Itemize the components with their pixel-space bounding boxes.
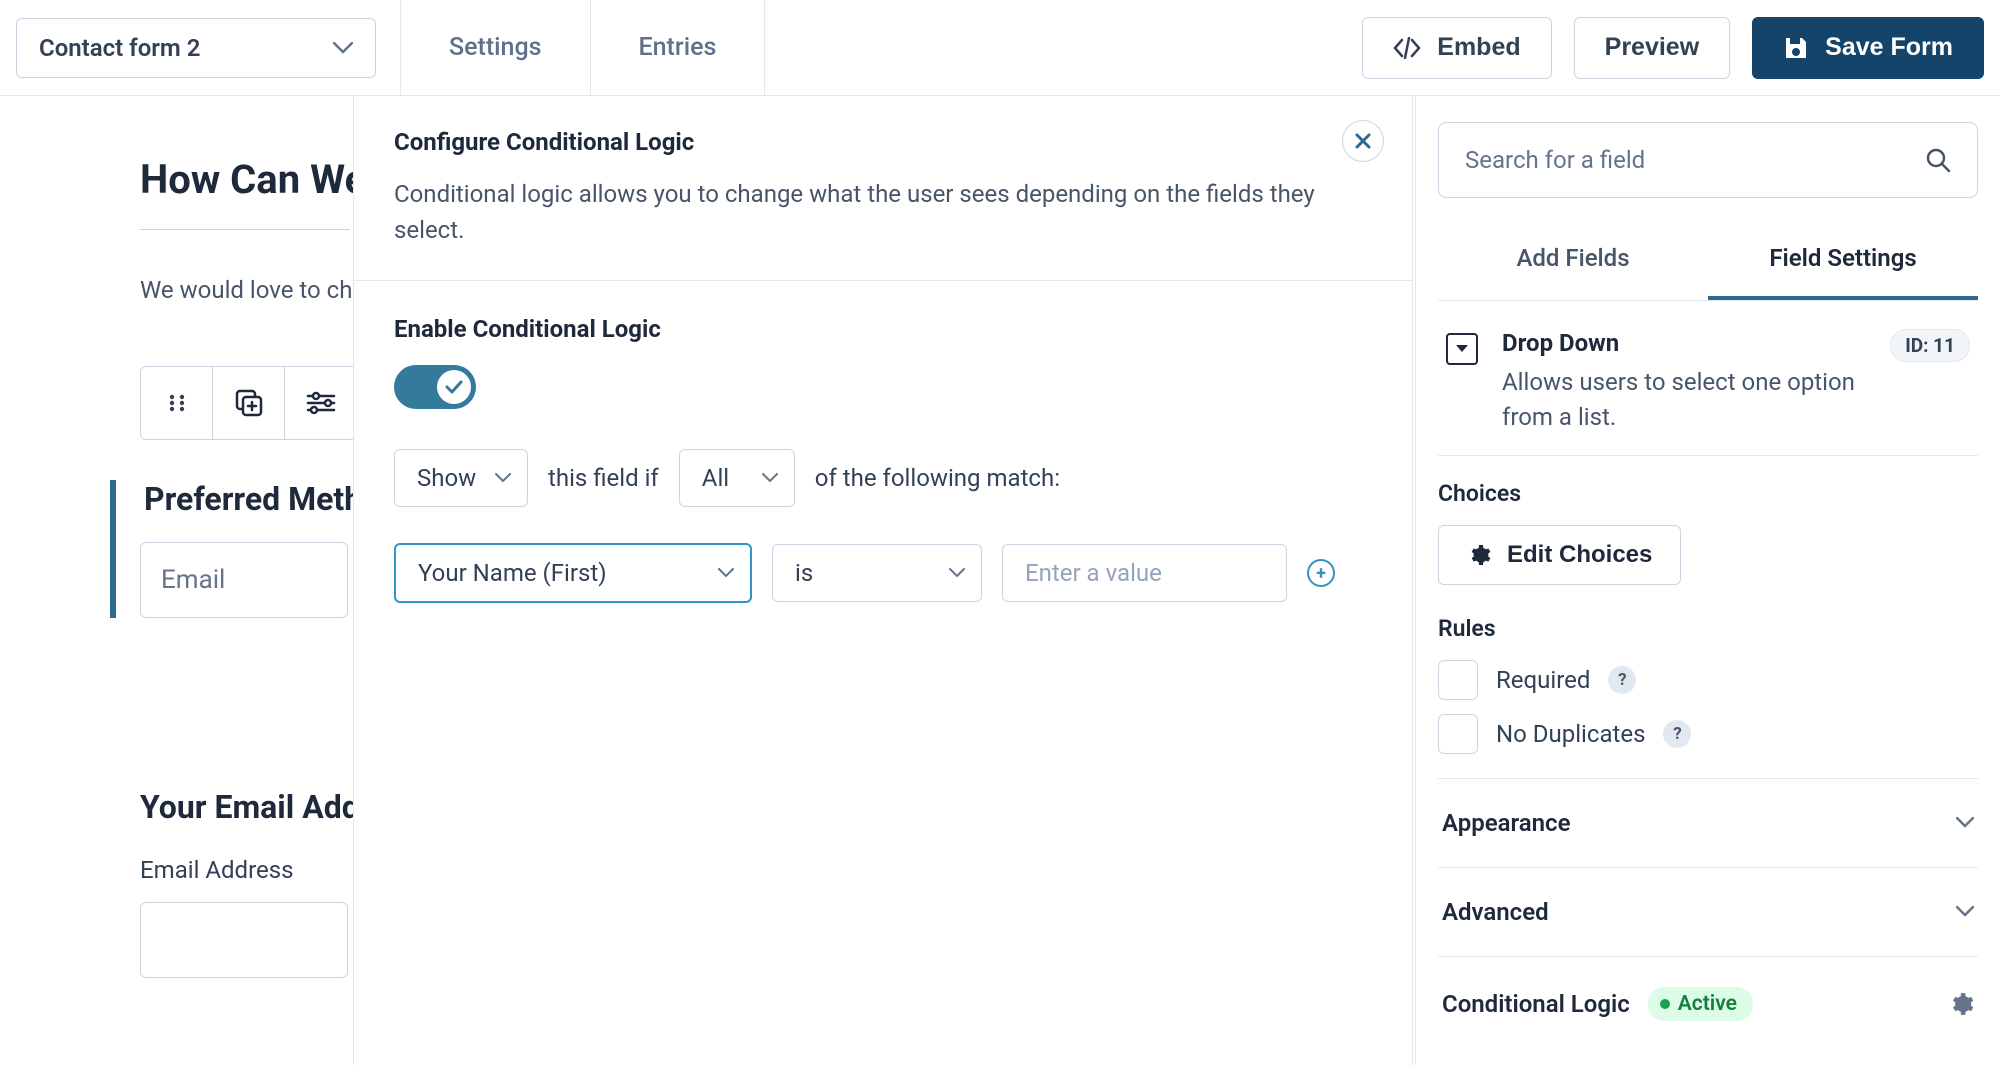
condition-field-select[interactable]: Your Name (First) [394,543,752,603]
code-icon [1393,37,1421,59]
required-checkbox[interactable] [1438,660,1478,700]
condition-value-input[interactable]: Enter a value [1002,544,1287,602]
preview-label: Preview [1605,33,1700,62]
help-icon[interactable]: ? [1663,720,1691,748]
save-label: Save Form [1825,33,1953,62]
field-toolbar [140,366,358,440]
dropdown-field[interactable]: Email [140,542,348,618]
chevron-down-icon [718,568,734,578]
toggle-knob [437,370,471,404]
save-icon [1783,35,1809,61]
show-hide-select[interactable]: Show [394,449,528,507]
status-dot-icon [1660,999,1670,1009]
field-desc: Allows users to select one option from a… [1502,365,1866,435]
rules-label: Rules [1438,615,1978,642]
no-duplicates-checkbox[interactable] [1438,714,1478,754]
enable-toggle[interactable] [394,365,476,409]
condition-operator-select[interactable]: is [772,544,982,602]
tab-add-fields[interactable]: Add Fields [1438,220,1708,300]
all-any-select[interactable]: All [679,449,795,507]
active-badge: Active [1648,987,1753,1021]
chevron-down-icon [495,473,511,483]
embed-button[interactable]: Embed [1362,17,1551,79]
embed-label: Embed [1437,33,1520,62]
required-row: Required ? [1438,660,1978,700]
drag-handle-icon[interactable] [141,367,213,439]
chevron-down-icon [1956,817,1974,828]
edit-choices-button[interactable]: Edit Choices [1438,525,1681,585]
cond-logic-label: Conditional Logic [1442,990,1630,1018]
active-text: Active [1678,992,1737,1016]
dropdown-icon [1446,333,1478,365]
gear-icon[interactable] [1948,991,1974,1017]
edit-choices-label: Edit Choices [1507,541,1652,569]
tab-field-settings[interactable]: Field Settings [1708,220,1978,300]
add-condition-button[interactable]: + [1307,559,1335,587]
modal-body: Enable Conditional Logic Show this field… [354,281,1412,637]
appearance-accordion[interactable]: Appearance [1438,779,1978,868]
field-info: Drop Down Allows users to select one opt… [1438,301,1978,456]
appearance-label: Appearance [1442,809,1571,837]
save-button[interactable]: Save Form [1752,17,1984,79]
search-placeholder: Search for a field [1465,146,1645,174]
required-label: Required [1496,666,1590,694]
condition-field-value: Your Name (First) [418,559,607,587]
conditional-logic-modal: Configure Conditional Logic Conditional … [353,96,1413,1065]
top-tabs: Settings Entries [400,0,765,95]
tab-entries[interactable]: Entries [590,0,766,95]
sidebar: Search for a field Add Fields Field Sett… [1415,96,2000,1065]
rule-text-middle: this field if [548,464,659,492]
condition-op-value: is [795,559,813,587]
settings-icon[interactable] [285,367,357,439]
field-id-badge: ID: 11 [1890,329,1970,362]
enable-label: Enable Conditional Logic [394,315,1372,343]
chevron-down-icon [333,42,353,54]
advanced-accordion[interactable]: Advanced [1438,868,1978,957]
gear-icon [1467,543,1491,567]
form-selector[interactable]: Contact form 2 [16,18,376,78]
chevron-down-icon [1956,906,1974,917]
chevron-down-icon [762,473,778,483]
field-type: Drop Down [1502,329,1866,357]
modal-header: Configure Conditional Logic Conditional … [354,96,1412,281]
close-icon[interactable] [1342,120,1384,162]
help-icon[interactable]: ? [1608,666,1636,694]
choices-label: Choices [1438,480,1978,507]
advanced-label: Advanced [1442,898,1549,926]
search-input[interactable]: Search for a field [1438,122,1978,198]
topbar: Contact form 2 Settings Entries Embed Pr… [0,0,2000,96]
top-actions: Embed Preview Save Form [1362,17,1984,79]
email-field[interactable] [140,902,348,978]
modal-title: Configure Conditional Logic [394,128,1372,156]
modal-subtitle: Conditional logic allows you to change w… [394,176,1372,248]
condition-value-placeholder: Enter a value [1025,559,1162,587]
tab-settings[interactable]: Settings [400,0,590,95]
condition-row: Your Name (First) is Enter a value [394,543,1372,603]
duplicate-icon[interactable] [213,367,285,439]
no-duplicates-row: No Duplicates ? [1438,714,1978,754]
search-icon [1925,147,1951,173]
all-value: All [702,464,729,492]
form-name: Contact form 2 [39,34,200,62]
canvas-column: How Can We We would love to chat Preferr… [0,96,1415,1065]
conditional-logic-accordion[interactable]: Conditional Logic Active [1438,957,1978,1051]
sidebar-tabs: Add Fields Field Settings [1438,220,1978,301]
preview-button[interactable]: Preview [1574,17,1731,79]
divider [140,229,350,230]
rule-row: Show this field if All of the following … [394,449,1372,507]
field-info-text: Drop Down Allows users to select one opt… [1502,329,1866,435]
content: How Can We We would love to chat Preferr… [0,96,2000,1065]
no-duplicates-label: No Duplicates [1496,720,1645,748]
dropdown-value: Email [161,565,225,595]
rule-text-tail: of the following match: [815,464,1060,492]
choices-panel: Choices Edit Choices Rules Required ? No… [1438,456,1978,779]
chevron-down-icon [949,568,965,578]
show-value: Show [417,464,476,492]
